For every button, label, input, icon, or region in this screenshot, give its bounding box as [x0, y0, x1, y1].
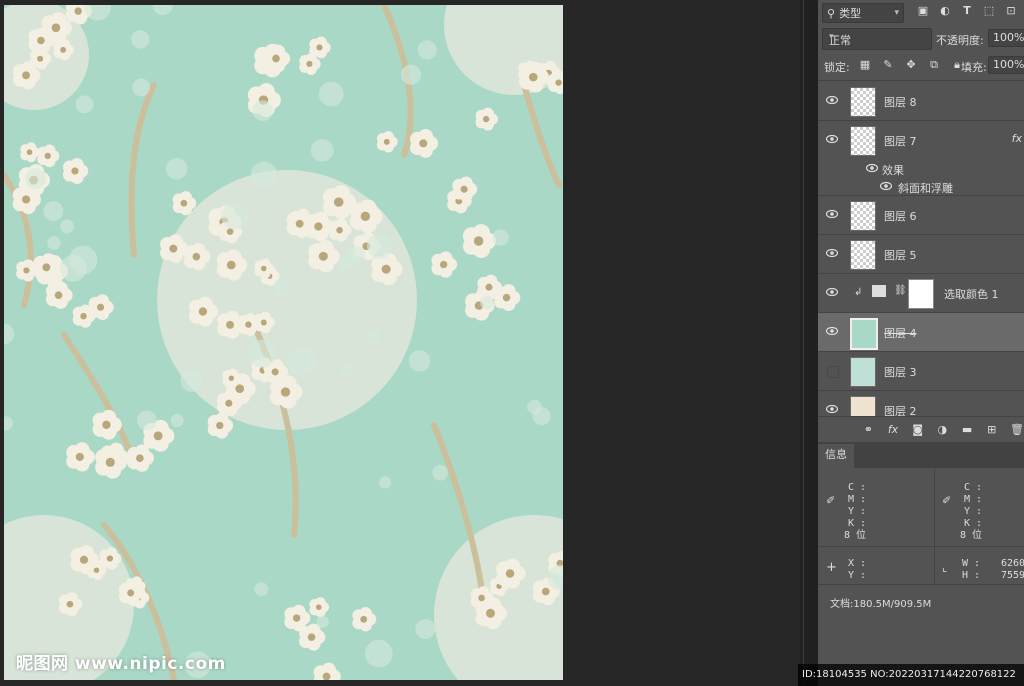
layer-thumbnail	[850, 396, 876, 417]
smart-object-filter-icon[interactable]: ⊡	[1004, 4, 1018, 18]
adjustment-icon	[872, 285, 886, 297]
trash-icon[interactable]: 🗑︎	[1010, 423, 1024, 436]
divider	[818, 546, 1024, 547]
layer-row[interactable]: 图层 3	[818, 352, 1024, 391]
lock-position-icon[interactable]: ✥	[904, 58, 918, 72]
layer-thumbnail	[850, 318, 878, 350]
layer-thumbnail	[850, 201, 876, 231]
link-layers-icon[interactable]: ⚭	[862, 423, 875, 436]
layer-name[interactable]: 图层 3	[884, 364, 917, 380]
layer-row[interactable]: 图层 7 fx	[818, 121, 1024, 160]
layer-thumbnail	[850, 126, 876, 156]
type-filter-icon[interactable]: T	[960, 4, 974, 18]
layer-name[interactable]: 图层 4	[884, 325, 917, 341]
selection-size-icon: ⌞	[942, 561, 948, 574]
info-tabbar: 信息	[818, 442, 1024, 468]
kind-label: 类型	[839, 7, 862, 20]
layer-name[interactable]: 图层 2	[884, 403, 917, 417]
chevron-down-icon: ▾	[894, 8, 899, 18]
layer-row[interactable]: 图层 6	[818, 196, 1024, 235]
layer-thumbnail	[850, 357, 876, 387]
eye-icon[interactable]	[826, 404, 838, 414]
lock-transparent-icon[interactable]: ▦	[858, 58, 872, 72]
fx-icon[interactable]: fx	[1012, 132, 1022, 145]
effect-row[interactable]: 斜面和浮雕	[818, 177, 1024, 196]
eyedropper-icon: ✐	[942, 494, 952, 507]
watermark: 昵图网 www.nipic.com	[16, 654, 226, 674]
xy-readout: X :Y :	[848, 558, 867, 581]
fill-input[interactable]: 100%	[988, 56, 1024, 74]
eye-icon[interactable]	[826, 95, 838, 105]
document-canvas[interactable]: 昵图网 www.nipic.com	[4, 5, 563, 680]
blend-mode-select[interactable]: 正常 ▾	[822, 28, 932, 50]
opacity-label: 不透明度:	[936, 34, 984, 47]
eye-icon[interactable]	[826, 134, 838, 144]
eye-icon[interactable]	[826, 326, 838, 336]
doc-size: 文档:180.5M/909.5M	[830, 599, 932, 610]
eye-icon[interactable]	[826, 248, 838, 258]
link-icon[interactable]: ⛓	[894, 285, 907, 296]
layers-toolbar: ⚭ fx ◙ ◑ ▬ ⊞ 🗑︎	[818, 416, 1024, 442]
layer-kind-filter[interactable]: ⚲ 类型 ▾	[822, 3, 904, 23]
shape-filter-icon[interactable]: ⬚	[982, 4, 996, 18]
panel-splitter[interactable]	[800, 0, 818, 686]
layer-name[interactable]: 图层 5	[884, 247, 917, 263]
crosshair-icon: +	[826, 560, 837, 575]
lock-image-icon[interactable]: ✎	[881, 58, 895, 72]
right-panel: ⚲ 类型 ▾ ▣ ◐ T ⬚ ⊡ 正常 ▾ 不透明度: 100% 锁定: ▦ ✎…	[818, 0, 1024, 686]
fill-label: 填充:	[961, 61, 987, 74]
add-mask-icon[interactable]: ◙	[911, 423, 924, 436]
lock-artboard-icon[interactable]: ⧉	[927, 58, 941, 72]
eye-icon[interactable]	[826, 287, 838, 297]
effect-name: 斜面和浮雕	[898, 182, 953, 195]
effects-label: 效果	[882, 164, 904, 177]
eye-icon[interactable]	[826, 209, 838, 219]
folder-icon[interactable]: ▬	[961, 423, 974, 436]
layer-row[interactable]: 图层 2	[818, 391, 1024, 417]
layer-row[interactable]: 图层 8	[818, 82, 1024, 121]
layer-thumbnail	[850, 87, 876, 117]
layer-name[interactable]: 图层 8	[884, 94, 917, 110]
id-bar: ID:18104535 NO:20220317144220768122	[798, 664, 1024, 686]
new-layer-icon[interactable]: ⊞	[985, 423, 998, 436]
layer-row[interactable]: 图层 5	[818, 235, 1024, 274]
search-icon: ⚲	[827, 6, 836, 20]
left-color-readout: C :M : Y :K : 8 位	[844, 482, 867, 541]
image-filter-icon[interactable]: ▣	[916, 4, 930, 18]
visibility-toggle-off[interactable]	[827, 366, 839, 378]
effects-row[interactable]: 效果	[818, 159, 1024, 177]
wh-readout: W :H :	[962, 558, 981, 581]
adjustment-layer-icon[interactable]: ◑	[936, 423, 949, 436]
mask-thumbnail[interactable]	[908, 279, 934, 309]
divider	[818, 584, 1024, 585]
floral-artwork	[4, 5, 563, 680]
eye-icon[interactable]	[880, 181, 892, 191]
right-color-readout: C :M : Y :K : 8 位	[960, 482, 983, 541]
layer-name[interactable]: 图层 7	[884, 133, 917, 149]
fx-icon[interactable]: fx	[887, 423, 900, 436]
lock-label: 锁定:	[824, 61, 850, 74]
layers-list[interactable]: 图层 8 图层 7 fx 效果 斜面和浮雕 图层 6 图层 5 ↲ ⛓ 选取颜色…	[818, 80, 1024, 417]
eye-icon[interactable]	[866, 163, 878, 173]
layer-row-selected[interactable]: 图层 4	[818, 313, 1024, 352]
canvas-area[interactable]: 昵图网 www.nipic.com	[0, 0, 800, 686]
tab-info[interactable]: 信息	[818, 444, 854, 468]
info-panel: ✐ C :M : Y :K : 8 位 ✐ C :M : Y :K : 8 位 …	[818, 468, 1024, 686]
opacity-input[interactable]: 100%	[988, 29, 1024, 47]
eyedropper-icon: ✐	[826, 494, 836, 507]
adjustment-filter-icon[interactable]: ◐	[938, 4, 952, 18]
layer-row[interactable]: ↲ ⛓ 选取颜色 1	[818, 274, 1024, 313]
clip-arrow-icon: ↲	[854, 287, 863, 298]
layer-name[interactable]: 图层 6	[884, 208, 917, 224]
chevron-down-icon: ▾	[829, 32, 834, 42]
divider	[934, 468, 935, 546]
wh-values: 6260 7559	[1001, 558, 1024, 581]
layer-thumbnail	[850, 240, 876, 270]
layer-name[interactable]: 选取颜色 1	[944, 286, 999, 302]
divider	[934, 546, 935, 584]
